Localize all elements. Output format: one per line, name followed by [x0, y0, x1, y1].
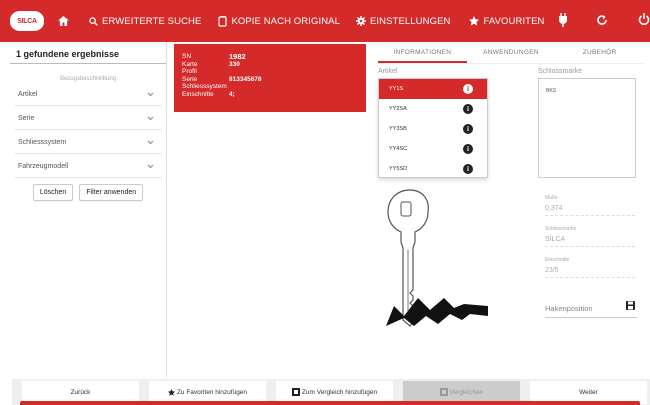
- nav-advanced-search[interactable]: ERWEITERTE SUCHE: [89, 16, 201, 27]
- info-icon[interactable]: i: [463, 84, 473, 94]
- detail-field-value: SILCA: [545, 236, 566, 243]
- lock-brand-box: BKS: [538, 78, 636, 178]
- article-code: YY2SA: [389, 106, 407, 112]
- chevron-down-icon: [147, 92, 154, 97]
- info-icon[interactable]: i: [463, 124, 473, 134]
- top-navigation-bar: SILCA ERWEITERTE SUCHE KOPIE NACH ORIGIN…: [0, 0, 650, 42]
- result-key: Serie: [182, 75, 198, 83]
- detail-field-value: 0,374: [545, 205, 563, 212]
- detail-field-label: Schlossmarke: [545, 226, 577, 232]
- info-icon[interactable]: i: [463, 104, 473, 114]
- hook-position-label: Hakenposition: [545, 304, 593, 313]
- result-key: Einschnitte: [182, 90, 214, 98]
- bottom-accent-line: [20, 401, 640, 405]
- lock-brand-value: BKS: [546, 88, 557, 94]
- article-code: YY3SB: [389, 126, 407, 132]
- article-item[interactable]: YY1S i: [379, 79, 487, 99]
- save-icon[interactable]: [626, 301, 635, 310]
- power-button[interactable]: [638, 13, 650, 31]
- plug-button[interactable]: [558, 13, 568, 32]
- filter-article[interactable]: Artikel: [14, 82, 162, 106]
- key-cut-profile: [386, 298, 488, 326]
- gear-icon: [355, 16, 366, 26]
- chevron-down-icon: [147, 116, 154, 121]
- star-icon: [167, 388, 175, 396]
- detail-field-value: 23/5: [545, 267, 559, 274]
- nav-copy-to-original-label: KOPIE NACH ORIGINAL: [231, 15, 340, 27]
- detail-tabs: INFORMATIONEN ANWENDUNGEN ZUBEHÖR: [378, 44, 644, 64]
- article-code: YY4SC: [389, 146, 408, 152]
- add-to-favourites-label: Zu Favoriten hinzufügen: [176, 388, 248, 396]
- results-count-title: 1 gefundene ergebnisse: [10, 42, 166, 64]
- filter-article-label: Artikel: [18, 91, 38, 98]
- article-item[interactable]: YY4SC i: [379, 139, 487, 159]
- nav-settings[interactable]: EINSTELLUNGEN: [355, 15, 451, 27]
- info-icon[interactable]: i: [463, 164, 473, 174]
- refresh-button[interactable]: [596, 13, 608, 31]
- article-item[interactable]: YY3SB i: [379, 119, 487, 139]
- result-key: SN: [182, 53, 192, 60]
- compare-label: Vergleichen: [449, 388, 484, 396]
- detail-field-label: Einschnitte: [545, 257, 570, 263]
- tab-applications[interactable]: ANWENDUNGEN: [467, 44, 556, 63]
- result-key: Schliesssystem: [182, 83, 227, 90]
- article-code: YY1S: [389, 86, 404, 92]
- brand-logo[interactable]: SILCA: [10, 11, 44, 31]
- compare-icon: [439, 388, 448, 396]
- nav-favourites-label: FAVOURITEN: [483, 15, 545, 27]
- result-card[interactable]: SN 1982 Karte 330 Profil Serie 813345678 Sc…: [174, 44, 366, 112]
- article-label: Artikel: [378, 68, 398, 75]
- add-to-compare-label: Zum Vergleich hinzufügen: [301, 388, 378, 396]
- lock-brand-label: Schlossmarke: [538, 68, 582, 75]
- result-value: 4;: [229, 90, 235, 98]
- star-icon: [469, 16, 480, 26]
- result-value: 1982: [229, 52, 246, 61]
- logo-text: SILCA: [17, 17, 37, 25]
- compare-add-icon: [291, 388, 300, 396]
- result-key: Karte: [182, 60, 198, 68]
- hook-position-field[interactable]: Hakenposition: [545, 298, 637, 318]
- refresh-icon: [597, 15, 607, 25]
- article-list: YY1S i YY2SA i YY3SB i YY4SC i YY5SD i: [378, 78, 488, 178]
- power-icon: [638, 13, 650, 25]
- result-key: Profil: [182, 68, 197, 75]
- result-value: 813345678: [229, 75, 262, 83]
- apply-filters-button[interactable]: Filter anwenden: [79, 184, 144, 201]
- result-value: 330: [229, 60, 240, 68]
- home-icon: [58, 16, 69, 26]
- filter-vehicle-model-label: Fahrzeugmodell: [18, 163, 69, 170]
- article-item[interactable]: YY5SD i: [379, 159, 487, 179]
- chevron-down-icon: [147, 164, 154, 169]
- detail-field: Einschnitte 23/5: [545, 257, 635, 278]
- document-copy-icon: [218, 15, 228, 27]
- filter-panel: 1 gefundene ergebnisse Bezugsbeschreibun…: [10, 42, 167, 377]
- search-icon: [89, 16, 98, 26]
- filter-series[interactable]: Serie: [14, 106, 162, 130]
- plug-icon: [559, 13, 567, 27]
- nav-favourites[interactable]: FAVOURITEN: [469, 16, 544, 27]
- tab-information[interactable]: INFORMATIONEN: [378, 44, 467, 63]
- article-item[interactable]: YY2SA i: [379, 99, 487, 119]
- detail-field: Maße 0,374: [545, 195, 635, 216]
- info-icon[interactable]: i: [463, 144, 473, 154]
- chevron-down-icon: [147, 140, 154, 145]
- home-button[interactable]: [58, 16, 73, 26]
- filter-lock-system[interactable]: Schliesssystem: [14, 130, 162, 154]
- nav-advanced-search-label: ERWEITERTE SUCHE: [102, 15, 202, 27]
- nav-copy-to-original[interactable]: KOPIE NACH ORIGINAL: [218, 15, 340, 27]
- clear-filters-button[interactable]: Löschen: [32, 184, 74, 201]
- detail-field-label: Maße: [545, 195, 558, 201]
- article-code: YY5SD: [389, 166, 408, 172]
- next-button-label: Weiter: [579, 388, 598, 396]
- back-button-label: Zurück: [70, 388, 91, 396]
- nav-settings-label: EINSTELLUNGEN: [369, 15, 451, 27]
- filter-vehicle-model[interactable]: Fahrzeugmodell: [14, 154, 162, 178]
- filter-series-label: Serie: [18, 115, 35, 122]
- detail-field: Schlossmarke SILCA: [545, 226, 635, 247]
- tab-accessories[interactable]: ZUBEHÖR: [555, 44, 644, 63]
- filter-lock-system-label: Schliesssystem: [18, 139, 67, 146]
